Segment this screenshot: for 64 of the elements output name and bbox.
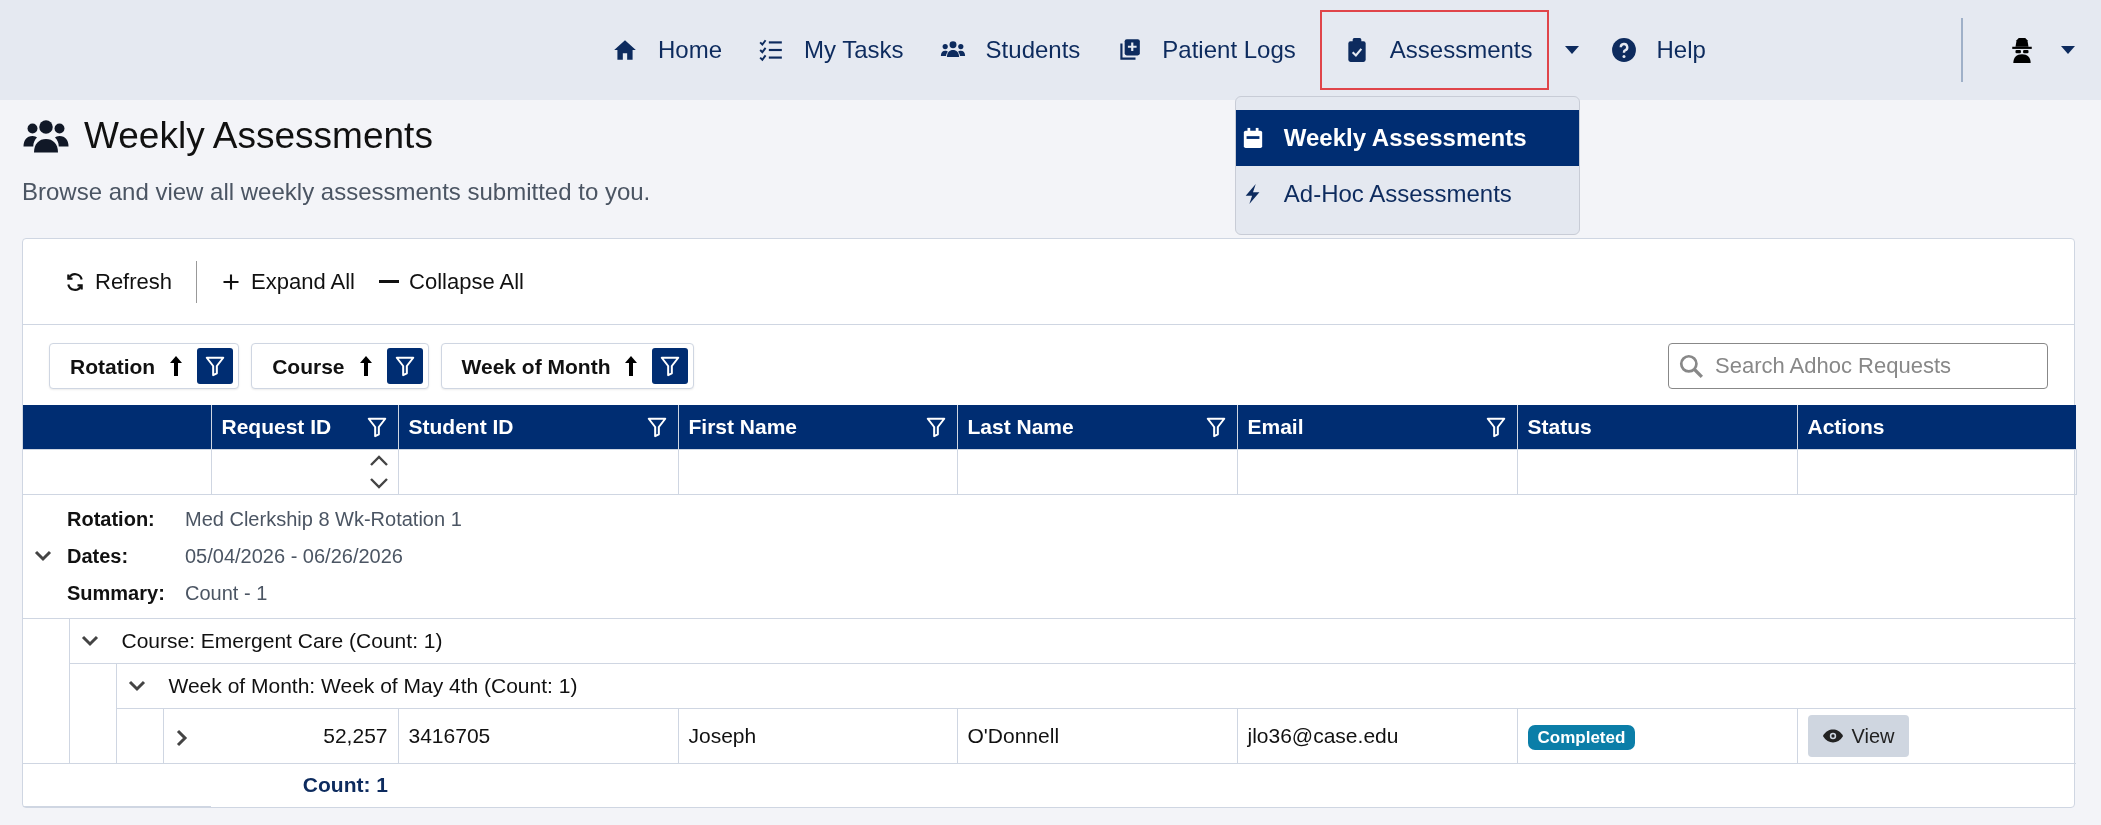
user-menu-caret-icon[interactable] xyxy=(2061,45,2075,55)
filter-icon[interactable] xyxy=(1484,416,1507,439)
group-field-value: Count - 1 xyxy=(185,581,268,607)
dropdown-item[interactable]: Ad-Hoc Assessments xyxy=(1235,166,1579,222)
column-header[interactable]: Actions xyxy=(1797,405,2076,450)
table-cell: jlo36@case.edu xyxy=(1237,708,1517,764)
count-summary: Count: 1 xyxy=(302,773,388,797)
checklist-icon xyxy=(758,37,785,63)
calendar-icon xyxy=(1241,127,1264,149)
eye-icon xyxy=(1821,727,1844,744)
toolbar-button[interactable]: Expand All xyxy=(209,265,367,299)
group-label: Rotation xyxy=(70,353,156,380)
column-header[interactable]: Status xyxy=(1517,405,1797,450)
column-header[interactable]: Student ID xyxy=(398,405,678,450)
page-subtitle: Browse and view all weekly assessments submitted to you. xyxy=(22,177,651,208)
filter-icon[interactable] xyxy=(645,416,668,439)
filter-icon xyxy=(659,355,682,378)
users-icon xyxy=(22,118,70,155)
group-chip[interactable]: Week of Month xyxy=(440,343,695,390)
group-field-value: Med Clerkship 8 Wk-Rotation 1 xyxy=(185,507,462,533)
group-field-label: Dates: xyxy=(67,544,130,570)
nav-link[interactable]: Patient Logs xyxy=(1104,24,1308,76)
spy-user-icon[interactable] xyxy=(2009,37,2035,63)
help-icon xyxy=(1610,37,1637,63)
group-chip[interactable]: Rotation xyxy=(49,343,240,390)
column-header[interactable]: First Name xyxy=(678,405,957,450)
dropdown-item[interactable]: Weekly Assessments xyxy=(1235,110,1579,166)
table-cell: 3416705 xyxy=(398,708,678,764)
filter-button[interactable] xyxy=(197,348,234,385)
table-cell: O'Donnell xyxy=(957,708,1237,764)
caret-icon[interactable] xyxy=(1564,45,1579,55)
group-field-label: Summary: xyxy=(67,581,166,607)
toolbar-button[interactable]: Refresh xyxy=(53,265,185,299)
filter-button[interactable] xyxy=(386,348,423,385)
column-header[interactable]: Last Name xyxy=(957,405,1237,450)
group-chip[interactable]: Course xyxy=(251,343,429,390)
search-field[interactable]: Search Adhoc Requests xyxy=(1668,343,2048,390)
group-field-label: Rotation: xyxy=(67,507,156,533)
refresh-icon xyxy=(65,271,85,292)
group-label: Week of Month xyxy=(461,353,611,380)
filter-icon xyxy=(393,355,416,378)
group-heading: Week of Month: Week of May 4th (Count: 1) xyxy=(168,673,578,700)
table-cell: 52,257 xyxy=(211,708,398,764)
toolbar-button[interactable]: Collapse All xyxy=(367,265,536,299)
column-header[interactable]: Email xyxy=(1237,405,1517,450)
filter-button[interactable] xyxy=(652,348,689,385)
filter-icon[interactable] xyxy=(924,416,947,439)
group-label: Course xyxy=(272,353,345,380)
nav-link[interactable]: Students xyxy=(927,24,1093,76)
filter-icon xyxy=(204,355,227,378)
nav-link[interactable]: Home xyxy=(600,24,735,76)
nav-link[interactable]: Assessments xyxy=(1319,10,1549,90)
nav-link[interactable]: My Tasks xyxy=(746,24,916,76)
minus-icon xyxy=(379,280,399,284)
filter-icon[interactable] xyxy=(365,416,388,439)
view-button[interactable]: View xyxy=(1807,714,1909,757)
page-title: Weekly Assessments xyxy=(84,114,433,158)
filter-icon[interactable] xyxy=(1204,416,1227,439)
status-badge: Completed xyxy=(1527,725,1636,751)
nav-link[interactable]: Help xyxy=(1598,24,1718,76)
group-field-value: 05/04/2026 - 06/26/2026 xyxy=(185,544,403,570)
table-cell: Joseph xyxy=(678,708,957,764)
column-header[interactable]: Request ID xyxy=(211,405,398,450)
group-heading: Course: Emergent Care (Count: 1) xyxy=(121,628,443,655)
